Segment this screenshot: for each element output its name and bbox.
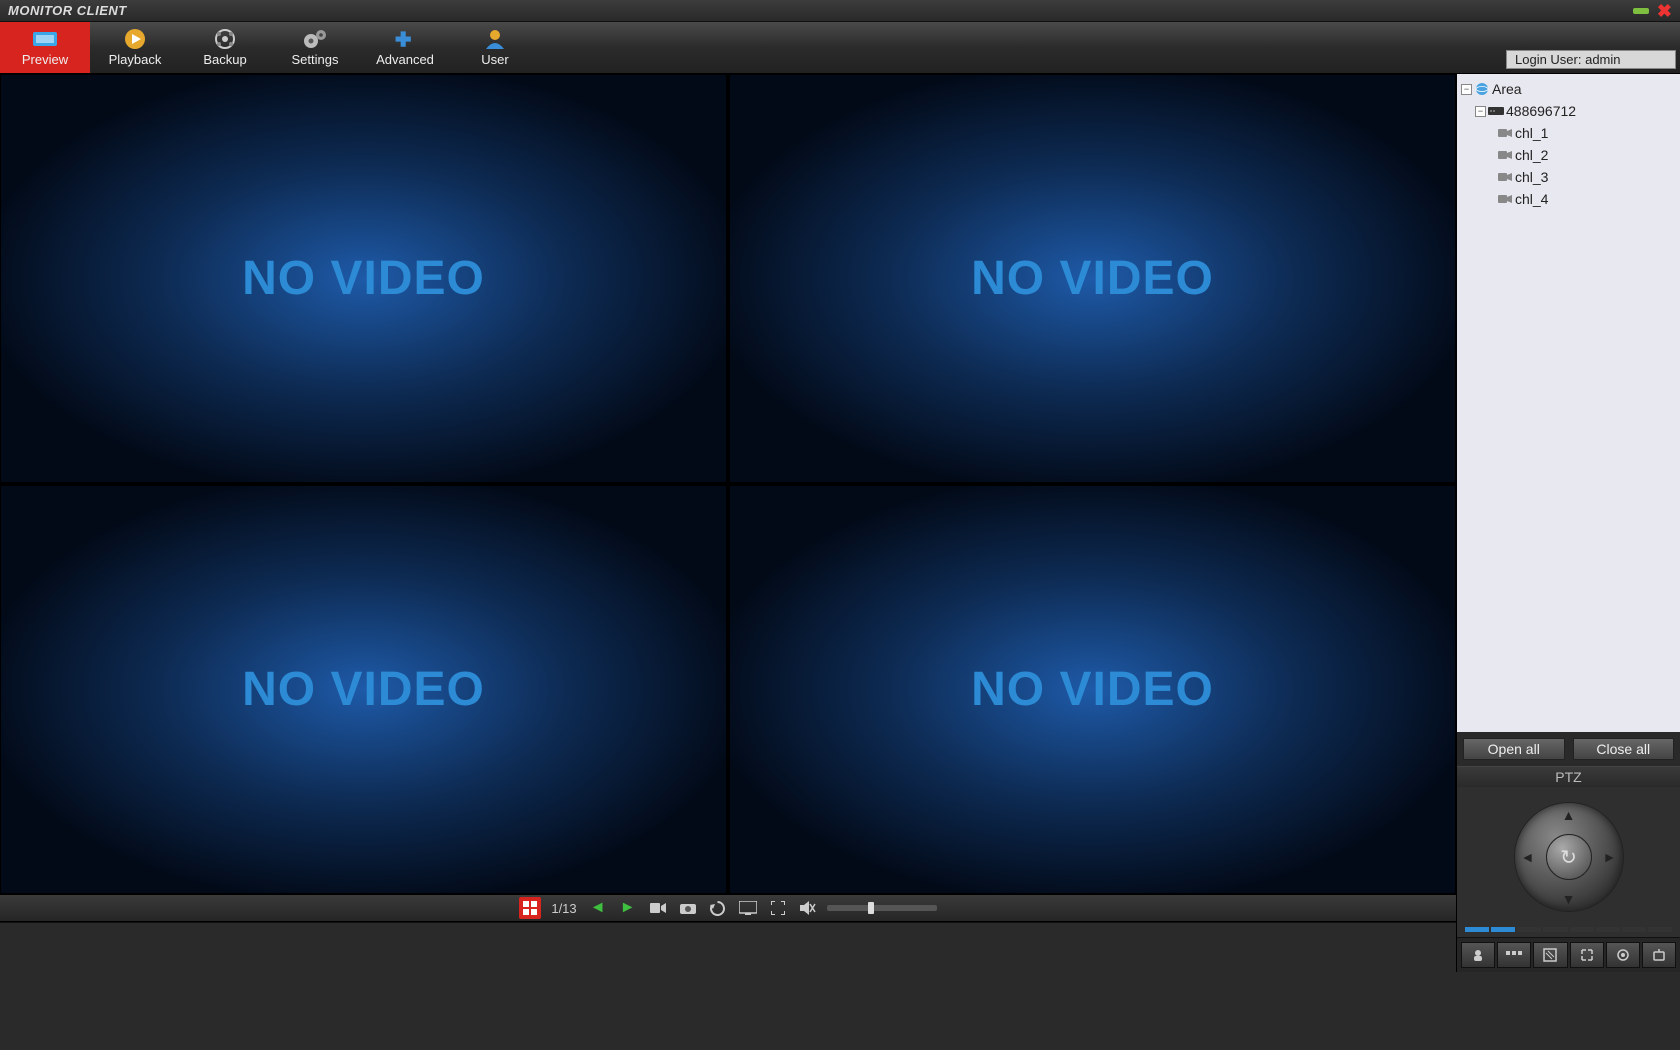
next-page-button[interactable]: ► <box>617 897 639 919</box>
collapse-icon[interactable]: − <box>1475 106 1486 117</box>
ptz-footer <box>1457 937 1680 972</box>
status-area <box>0 922 1456 972</box>
tab-label: Playback <box>109 52 162 67</box>
preview-icon <box>32 28 58 50</box>
ptz-dial[interactable]: ▲ ▼ ◄ ► ↻ <box>1514 802 1624 912</box>
ptz-light-button[interactable] <box>1642 942 1676 968</box>
ptz-title: PTZ <box>1457 766 1680 787</box>
tree-device[interactable]: − 488696712 <box>1459 100 1678 122</box>
backup-icon <box>212 28 238 50</box>
tree-channel[interactable]: chl_4 <box>1459 188 1678 210</box>
ptz-cruise-button[interactable] <box>1497 942 1531 968</box>
tab-settings[interactable]: Settings <box>270 22 360 73</box>
tree-channel[interactable]: chl_1 <box>1459 122 1678 144</box>
no-video-label: NO VIDEO <box>242 662 485 717</box>
ptz-left-icon[interactable]: ◄ <box>1521 849 1535 865</box>
login-user-label[interactable]: Login User: admin <box>1506 50 1676 69</box>
settings-icon <box>302 28 328 50</box>
tree-channel[interactable]: chl_2 <box>1459 144 1678 166</box>
camera-icon <box>1497 126 1513 140</box>
tree-channel[interactable]: chl_3 <box>1459 166 1678 188</box>
tab-backup[interactable]: Backup <box>180 22 270 73</box>
record-button[interactable] <box>647 897 669 919</box>
tree-label: chl_2 <box>1515 147 1548 163</box>
device-tree[interactable]: − Area − 488696712 chl_1 chl_2 chl_3 <box>1457 74 1680 732</box>
video-cell-4[interactable]: NO VIDEO <box>729 485 1456 894</box>
snapshot-button[interactable] <box>677 897 699 919</box>
tab-label: Backup <box>203 52 246 67</box>
camera-icon <box>1497 192 1513 206</box>
ptz-focus-button[interactable] <box>1570 942 1604 968</box>
right-panel: − Area − 488696712 chl_1 chl_2 chl_3 <box>1456 74 1680 972</box>
open-all-button[interactable]: Open all <box>1463 738 1565 760</box>
ptz-zoom-button[interactable] <box>1533 942 1567 968</box>
camera-icon <box>1497 170 1513 184</box>
ptz-auto-button[interactable]: ↻ <box>1546 834 1592 880</box>
tab-preview[interactable]: Preview <box>0 22 90 73</box>
page-indicator: 1/13 <box>551 901 576 916</box>
tree-label: 488696712 <box>1506 103 1576 119</box>
ptz-down-icon[interactable]: ▼ <box>1562 891 1576 907</box>
tab-label: Preview <box>22 52 68 67</box>
minimize-icon[interactable] <box>1633 8 1649 14</box>
tree-label: chl_1 <box>1515 125 1548 141</box>
fullscreen-button[interactable] <box>767 897 789 919</box>
no-video-label: NO VIDEO <box>242 251 485 306</box>
refresh-button[interactable] <box>707 897 729 919</box>
ptz-right-icon[interactable]: ► <box>1603 849 1617 865</box>
close-all-button[interactable]: Close all <box>1573 738 1675 760</box>
tab-playback[interactable]: Playback <box>90 22 180 73</box>
grid-layout-button[interactable] <box>519 897 541 919</box>
tree-label: chl_3 <box>1515 169 1548 185</box>
display-mode-button[interactable] <box>737 897 759 919</box>
tree-label: chl_4 <box>1515 191 1548 207</box>
ptz-preset-button[interactable] <box>1461 942 1495 968</box>
tree-label: Area <box>1492 81 1522 97</box>
volume-slider[interactable] <box>827 905 937 911</box>
no-video-label: NO VIDEO <box>971 251 1214 306</box>
user-icon <box>482 28 508 50</box>
footer <box>0 972 1680 1050</box>
camera-icon <box>1497 148 1513 162</box>
playback-icon <box>122 28 148 50</box>
main-toolbar: Preview Playback Backup Settings Advance… <box>0 22 1680 74</box>
app-title: MONITOR CLIENT <box>8 3 127 18</box>
video-area: NO VIDEO NO VIDEO NO VIDEO NO VIDEO 1/13… <box>0 74 1456 972</box>
tab-label: User <box>481 52 508 67</box>
tree-root[interactable]: − Area <box>1459 78 1678 100</box>
collapse-icon[interactable]: − <box>1461 84 1472 95</box>
ptz-iris-button[interactable] <box>1606 942 1640 968</box>
video-cell-3[interactable]: NO VIDEO <box>0 485 727 894</box>
mute-button[interactable] <box>797 897 819 919</box>
globe-icon <box>1474 82 1490 96</box>
ptz-speed-indicator[interactable] <box>1457 927 1680 937</box>
advanced-icon <box>392 28 418 50</box>
tab-label: Advanced <box>376 52 434 67</box>
video-cell-2[interactable]: NO VIDEO <box>729 74 1456 483</box>
tree-buttons: Open all Close all <box>1457 732 1680 766</box>
video-cell-1[interactable]: NO VIDEO <box>0 74 727 483</box>
ptz-up-icon[interactable]: ▲ <box>1562 807 1576 823</box>
close-icon[interactable]: ✖ <box>1657 4 1672 18</box>
tab-user[interactable]: User <box>450 22 540 73</box>
tab-advanced[interactable]: Advanced <box>360 22 450 73</box>
slider-thumb[interactable] <box>868 902 874 914</box>
video-grid: NO VIDEO NO VIDEO NO VIDEO NO VIDEO <box>0 74 1456 894</box>
ptz-panel: PTZ ▲ ▼ ◄ ► ↻ <box>1457 766 1680 972</box>
no-video-label: NO VIDEO <box>971 662 1214 717</box>
tab-label: Settings <box>292 52 339 67</box>
device-icon <box>1488 104 1504 118</box>
prev-page-button[interactable]: ◄ <box>587 897 609 919</box>
video-bottom-toolbar: 1/13 ◄ ► <box>0 894 1456 922</box>
titlebar: MONITOR CLIENT ✖ <box>0 0 1680 22</box>
